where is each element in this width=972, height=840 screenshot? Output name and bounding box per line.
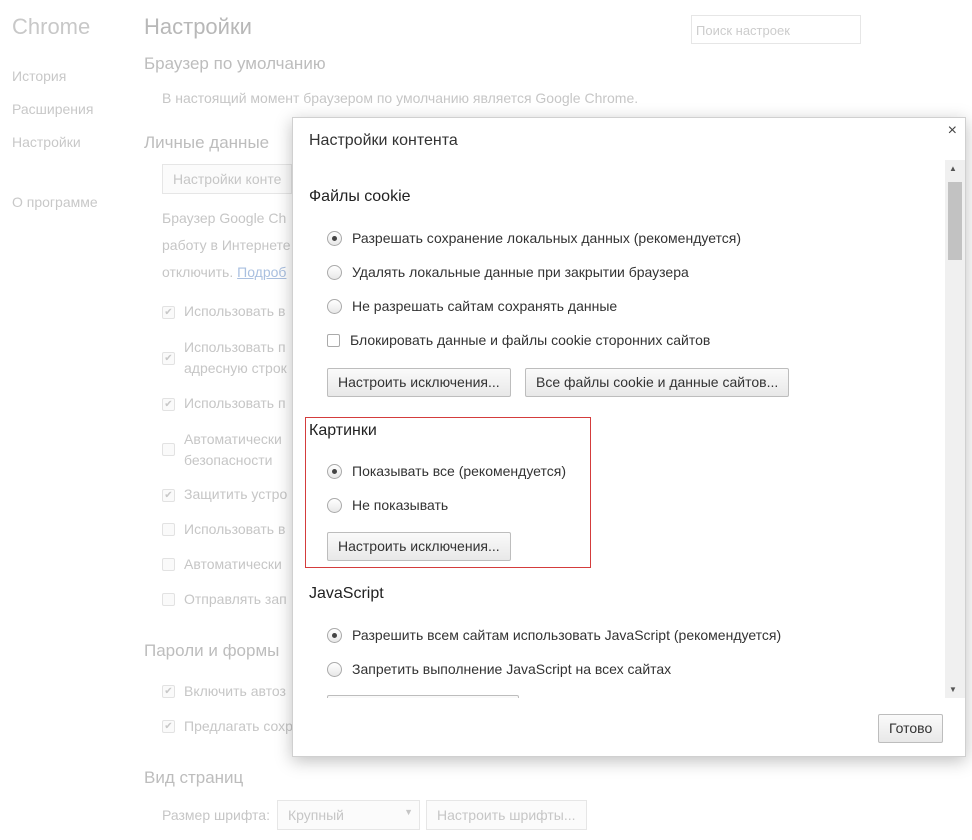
option-label: Разрешать сохранение локальных данных (р… bbox=[352, 230, 742, 246]
content-settings-dialog: Настройки контента × Файлы cookie Разреш… bbox=[292, 117, 966, 757]
sidebar-item-settings[interactable]: Настройки bbox=[12, 134, 81, 150]
dialog-title: Настройки контента bbox=[309, 132, 458, 149]
default-browser-heading: Браузер по умолчанию bbox=[144, 54, 326, 73]
privacy-checkbox-4[interactable] bbox=[162, 443, 175, 456]
all-cookies-button[interactable]: Все файлы cookie и данные сайтов... bbox=[525, 368, 790, 397]
scrollbar-thumb[interactable] bbox=[948, 182, 962, 260]
javascript-option-allow[interactable]: Разрешить всем сайтам использовать JavaS… bbox=[327, 627, 781, 643]
privacy-heading: Личные данные bbox=[144, 133, 270, 152]
radio-selected[interactable] bbox=[327, 463, 342, 479]
appearance-heading: Вид страниц bbox=[144, 768, 244, 787]
javascript-exceptions-button[interactable] bbox=[327, 695, 519, 698]
privacy-checkbox-8[interactable] bbox=[162, 593, 175, 606]
privacy-checkbox-label: Отправлять зап bbox=[184, 591, 287, 607]
cookies-option-allow[interactable]: Разрешать сохранение локальных данных (р… bbox=[327, 230, 741, 246]
sidebar-item-about[interactable]: О программе bbox=[12, 194, 98, 210]
chevron-down-icon: ▼ bbox=[404, 807, 413, 817]
images-option-hide[interactable]: Не показывать bbox=[327, 497, 448, 513]
cookies-option-clear-on-exit[interactable]: Удалять локальные данные при закрытии бр… bbox=[327, 264, 689, 280]
cookies-option-block[interactable]: Не разрешать сайтам сохранять данные bbox=[327, 298, 617, 314]
radio-selected[interactable] bbox=[327, 230, 342, 246]
radio[interactable] bbox=[327, 264, 342, 280]
privacy-checkbox-label: Использовать п bbox=[184, 395, 286, 411]
option-label: Разрешить всем сайтам использовать JavaS… bbox=[352, 627, 782, 643]
privacy-checkbox-3[interactable]: ✔ bbox=[162, 398, 175, 411]
javascript-heading: JavaScript bbox=[309, 585, 384, 602]
option-label: Блокировать данные и файлы cookie сторон… bbox=[350, 332, 711, 348]
option-label: Не разрешать сайтам сохранять данные bbox=[352, 298, 618, 314]
autofill-label: Включить автоз bbox=[184, 683, 286, 699]
radio-selected[interactable] bbox=[327, 627, 342, 643]
font-size-label: Размер шрифта: bbox=[162, 807, 270, 823]
option-label: Показывать все (рекомендуется) bbox=[352, 463, 566, 479]
images-exceptions-button[interactable]: Настроить исключения... bbox=[327, 532, 511, 561]
privacy-checkbox-label: Использовать в bbox=[184, 303, 286, 319]
learn-more-link[interactable]: Подроб bbox=[237, 264, 286, 280]
option-label: Не показывать bbox=[352, 497, 449, 513]
privacy-text-3: отключить. bbox=[162, 264, 234, 280]
privacy-checkbox-label: Использовать в bbox=[184, 521, 286, 537]
option-label: Удалять локальные данные при закрытии бр… bbox=[352, 264, 689, 280]
sidebar-item-history[interactable]: История bbox=[12, 68, 66, 84]
privacy-text-1: Браузер Google Ch bbox=[162, 210, 287, 226]
page-title: Настройки bbox=[144, 14, 252, 39]
radio[interactable] bbox=[327, 661, 342, 677]
images-option-show-all[interactable]: Показывать все (рекомендуется) bbox=[327, 463, 566, 479]
cookies-exceptions-button[interactable]: Настроить исключения... bbox=[327, 368, 511, 397]
sidebar-item-extensions[interactable]: Расширения bbox=[12, 101, 93, 117]
font-size-select[interactable]: Крупный ▼ bbox=[277, 800, 420, 830]
customize-fonts-button[interactable]: Настроить шрифты... bbox=[426, 800, 587, 830]
cookies-heading: Файлы cookie bbox=[309, 188, 411, 205]
privacy-checkbox-label: безопасности bbox=[184, 452, 273, 468]
default-browser-text: В настоящий момент браузером по умолчани… bbox=[162, 90, 639, 106]
search-input[interactable]: Поиск настроек bbox=[691, 15, 861, 44]
privacy-checkbox-label: Защитить устро bbox=[184, 486, 288, 502]
close-icon[interactable]: × bbox=[948, 122, 957, 140]
block-third-party-checkbox[interactable]: Блокировать данные и файлы cookie сторон… bbox=[327, 332, 710, 348]
privacy-checkbox-1[interactable]: ✔ bbox=[162, 306, 175, 319]
done-button[interactable]: Готово bbox=[878, 714, 944, 743]
dialog-scroll-area: Файлы cookie Разрешать сохранение локаль… bbox=[293, 160, 945, 698]
radio[interactable] bbox=[327, 497, 342, 513]
scroll-down-icon[interactable]: ▼ bbox=[949, 685, 957, 694]
privacy-checkbox-label: адресную строк bbox=[184, 360, 287, 376]
scroll-up-icon[interactable]: ▲ bbox=[949, 164, 957, 173]
radio[interactable] bbox=[327, 298, 342, 314]
privacy-checkbox-label: Использовать п bbox=[184, 339, 286, 355]
privacy-checkbox-7[interactable] bbox=[162, 558, 175, 571]
javascript-option-block[interactable]: Запретить выполнение JavaScript на всех … bbox=[327, 661, 671, 677]
content-settings-button[interactable]: Настройки конте bbox=[162, 164, 293, 194]
dialog-scrollbar[interactable]: ▲ ▼ bbox=[945, 160, 965, 698]
privacy-checkbox-label: Автоматически bbox=[184, 556, 282, 572]
autofill-checkbox[interactable]: ✔ bbox=[162, 685, 175, 698]
save-passwords-checkbox[interactable]: ✔ bbox=[162, 720, 175, 733]
privacy-checkbox-2[interactable]: ✔ bbox=[162, 352, 175, 365]
images-heading: Картинки bbox=[309, 422, 377, 439]
privacy-checkbox-6[interactable] bbox=[162, 523, 175, 536]
privacy-text-2: работу в Интернете bbox=[162, 237, 291, 253]
privacy-checkbox-5[interactable]: ✔ bbox=[162, 489, 175, 502]
save-passwords-label: Предлагать сохр bbox=[184, 718, 293, 734]
privacy-checkbox-label: Автоматически bbox=[184, 431, 282, 447]
checkbox[interactable] bbox=[327, 333, 340, 347]
chrome-brand: Chrome bbox=[12, 14, 91, 39]
passwords-heading: Пароли и формы bbox=[144, 641, 280, 660]
option-label: Запретить выполнение JavaScript на всех … bbox=[352, 661, 672, 677]
font-size-value: Крупный bbox=[288, 807, 344, 823]
